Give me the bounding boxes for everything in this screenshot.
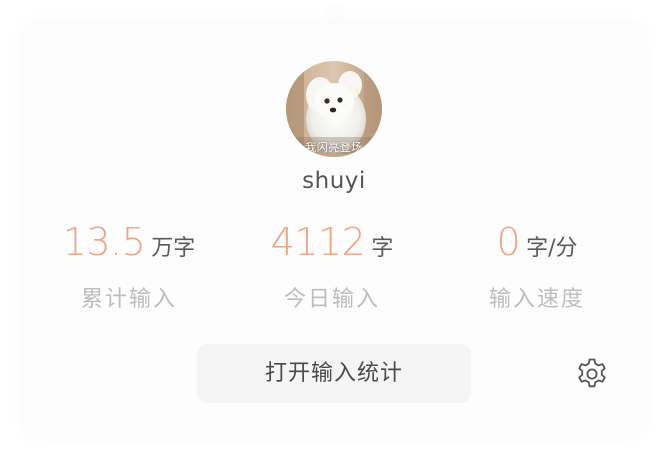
stat-today-input: 4112 字 今日输入 xyxy=(232,220,432,313)
open-input-stats-button[interactable]: 打开输入统计 xyxy=(197,344,471,403)
settings-button[interactable] xyxy=(574,356,610,392)
stat-value-line: 4112 字 xyxy=(232,220,432,268)
gear-icon xyxy=(578,358,606,388)
stat-value: 4112 xyxy=(270,220,366,264)
stat-value-line: 13.5 万字 xyxy=(29,220,229,268)
stat-input-speed: 0 字/分 输入速度 xyxy=(437,220,637,313)
stat-value: 13.5 xyxy=(62,220,146,264)
username: shuyi xyxy=(302,168,366,194)
stat-label: 今日输入 xyxy=(283,287,380,312)
stat-label: 累计输入 xyxy=(80,287,177,312)
avatar-dog-image xyxy=(286,61,382,157)
stat-total-input: 13.5 万字 累计输入 xyxy=(29,220,229,313)
stat-unit: 字/分 xyxy=(526,236,578,261)
stat-unit: 字 xyxy=(371,236,394,261)
avatar[interactable] xyxy=(286,61,382,157)
stat-label: 输入速度 xyxy=(488,287,585,312)
stat-value: 0 xyxy=(496,220,521,264)
stat-value-line: 0 字/分 xyxy=(437,220,637,268)
stat-unit: 万字 xyxy=(151,236,196,261)
